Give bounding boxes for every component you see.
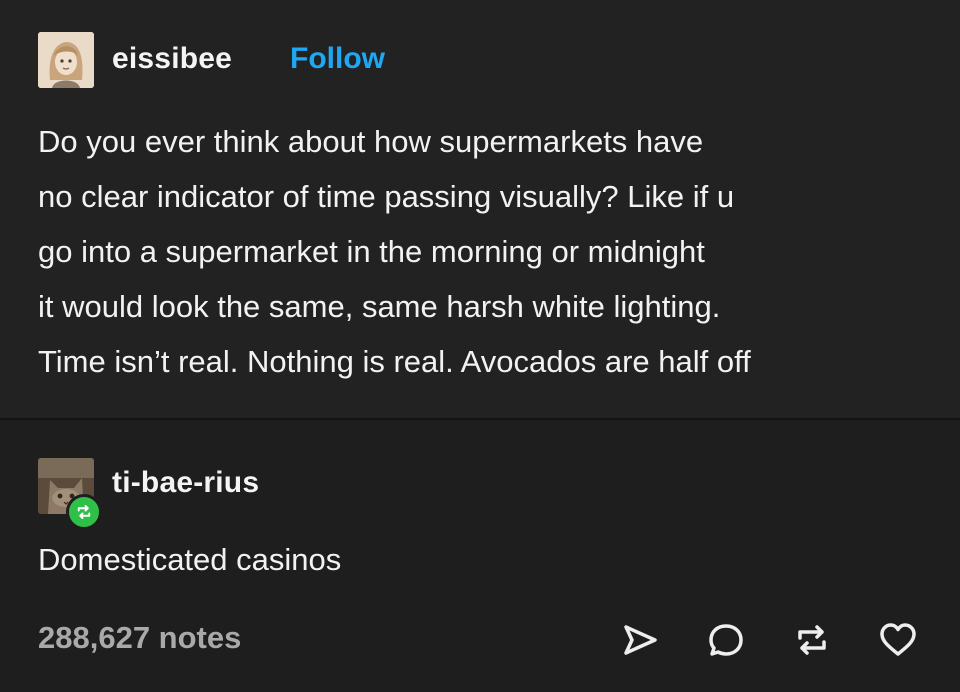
post-actions (618, 618, 920, 662)
notes-count[interactable]: 288,627 notes (38, 620, 241, 656)
reblog-icon (798, 625, 826, 655)
reply-button[interactable] (704, 618, 748, 662)
share-icon (624, 625, 657, 655)
post-line: Do you ever think about how supermarkets… (38, 124, 704, 159)
like-button[interactable] (876, 618, 920, 662)
tumblr-post: eissibee Follow Do you ever think about … (0, 0, 960, 692)
reblog-button[interactable] (790, 618, 834, 662)
illustrated-character-avatar-icon (38, 32, 94, 88)
original-post-body: Do you ever think about how supermarkets… (38, 114, 928, 389)
share-button[interactable] (618, 618, 662, 662)
follow-button[interactable]: Follow (290, 42, 385, 76)
post-line: Time isn’t real. Nothing is real. Avocad… (38, 344, 751, 379)
original-poster-avatar[interactable] (38, 32, 94, 88)
post-divider (0, 418, 960, 420)
like-icon (880, 623, 916, 656)
post-line: no clear indicator of time passing visua… (38, 179, 735, 214)
post-line: it would look the same, same harsh white… (38, 289, 721, 324)
reply-icon (709, 624, 743, 656)
reblogger-username[interactable]: ti-bae-rius (112, 466, 259, 500)
reblog-comment: Domesticated casinos (38, 542, 342, 577)
post-line: go into a supermarket in the morning or … (38, 234, 705, 269)
reblog-badge (66, 494, 102, 530)
original-poster-username[interactable]: eissibee (112, 42, 232, 76)
reblog-icon (77, 505, 91, 519)
